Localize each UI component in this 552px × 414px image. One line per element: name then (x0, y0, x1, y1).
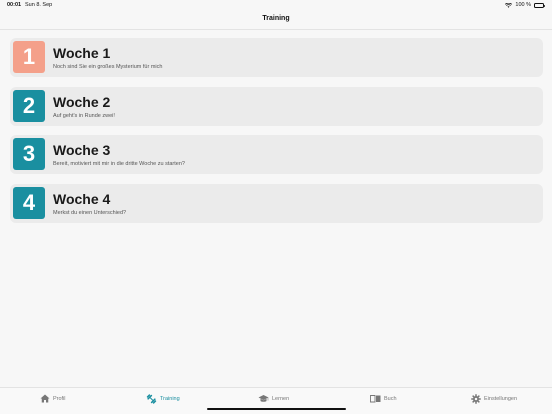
week-subtitle: Merkst du einen Unterschied? (53, 209, 127, 216)
home-icon (40, 394, 50, 403)
tab-label: Training (160, 396, 180, 402)
dumbbell-icon (146, 394, 157, 404)
week-number-badge: 1 (13, 41, 45, 73)
tab-training[interactable]: Training (146, 394, 180, 404)
tab-profil[interactable]: Profil (40, 394, 66, 403)
home-indicator[interactable] (207, 407, 346, 410)
week-list: 1 Woche 1 Noch sind Sie ein großes Myste… (10, 38, 543, 232)
tab-bar: Profil Training Lernen Buch Einstellunge… (0, 387, 552, 414)
status-date: Sun 8. Sep (25, 2, 53, 8)
week-number-badge: 4 (13, 186, 45, 219)
tab-einstellungen[interactable]: Einstellungen (471, 394, 517, 404)
week-card-4[interactable]: 4 Woche 4 Merkst du einen Unterschied? (10, 183, 543, 223)
week-card-1[interactable]: 1 Woche 1 Noch sind Sie ein großes Myste… (10, 38, 543, 77)
week-card-3[interactable]: 3 Woche 3 Bereit, motiviert mit mir in d… (10, 135, 543, 174)
nav-divider (0, 29, 552, 30)
tab-lernen[interactable]: Lernen (258, 394, 289, 403)
status-bar: 00:01 Sun 8. Sep 100 % (0, 0, 552, 12)
week-card-2[interactable]: 2 Woche 2 Auf geht's in Runde zwei! (10, 86, 543, 126)
tab-label: Profil (53, 395, 66, 402)
week-title: Woche 4 (53, 190, 111, 207)
tab-buch[interactable]: Buch (370, 394, 397, 403)
graduation-cap-icon (258, 395, 269, 402)
gear-icon (471, 394, 481, 404)
tab-label: Buch (384, 395, 397, 402)
book-icon (370, 395, 381, 403)
week-subtitle: Bereit, motiviert mit mir in die dritte … (53, 161, 185, 167)
week-subtitle: Auf geht's in Runde zwei! (53, 112, 115, 119)
week-title: Woche 3 (53, 142, 111, 158)
wifi-icon (505, 2, 513, 8)
status-right: 100 % (505, 2, 545, 8)
week-subtitle: Noch sind Sie ein großes Mysterium für m… (53, 64, 163, 70)
status-time: 00:01 (7, 2, 22, 8)
tab-label: Lernen (272, 395, 290, 402)
week-number-badge: 2 (13, 89, 45, 122)
week-title: Woche 1 (53, 45, 111, 61)
tab-label: Einstellungen (484, 396, 518, 402)
week-title: Woche 2 (53, 93, 111, 110)
week-number-badge: 3 (13, 138, 45, 170)
battery-percent: 100 % (515, 2, 531, 8)
page-title: Training (262, 15, 290, 22)
battery-icon (534, 2, 545, 8)
